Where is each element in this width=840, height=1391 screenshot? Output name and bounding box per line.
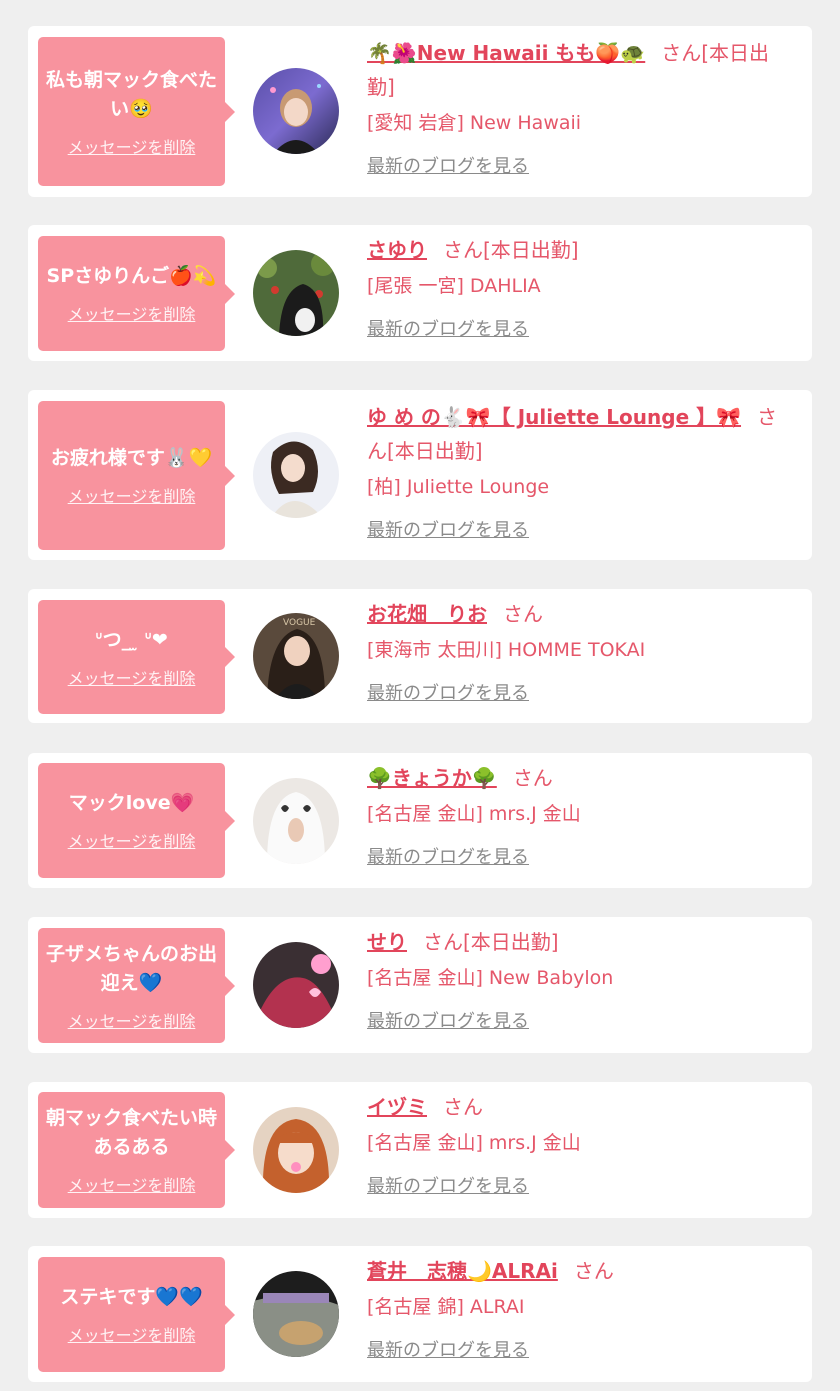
message-card: マックlove💗 メッセージを削除 🌳きょうか🌳 さん [名古屋 金山] mrs.…: [28, 753, 812, 888]
message-card: ᐡつ_ ̫ ᐡ❤︎ メッセージを削除 VOGUE お花畑 りお さん [東海市 太…: [28, 589, 812, 723]
cast-name-link[interactable]: お花畑 りお: [367, 602, 487, 626]
cast-name-link[interactable]: ゆ め の🐇🎀【 Juliette Lounge 】🎀: [367, 405, 741, 429]
cast-name-line: さゆり さん[本日出勤]: [367, 233, 790, 267]
shop-name: [尾張 一宮] DAHLIA: [367, 275, 541, 297]
message-bubble: マックlove💗 メッセージを削除: [38, 763, 235, 878]
message-text: 私も朝マック食べたい🥹: [46, 68, 218, 120]
delete-message-link[interactable]: メッセージを削除: [68, 1322, 196, 1346]
shop-name: [名古屋 金山] mrs.J 金山: [367, 1132, 581, 1154]
cast-info: イヅミ さん [名古屋 金山] mrs.J 金山 最新のブログを見る: [367, 1090, 790, 1198]
message-text: お疲れ様です🐰💛: [50, 447, 213, 469]
avatar[interactable]: [253, 432, 339, 518]
latest-blog-link[interactable]: 最新のブログを見る: [367, 1172, 529, 1198]
latest-blog-link[interactable]: 最新のブログを見る: [367, 843, 529, 869]
delete-message-link[interactable]: メッセージを削除: [68, 134, 196, 158]
message-bubble: 朝マック食べたい時あるある メッセージを削除: [38, 1092, 235, 1208]
message-card: 朝マック食べたい時あるある メッセージを削除 イヅミ さん [名古屋 金山] mr…: [28, 1082, 812, 1218]
message-text: マックlove💗: [68, 792, 195, 814]
cast-info: さゆり さん[本日出勤] [尾張 一宮] DAHLIA 最新のブログを見る: [367, 233, 790, 341]
message-bubble: ᐡつ_ ̫ ᐡ❤︎ メッセージを削除: [38, 600, 235, 714]
avatar[interactable]: [253, 1271, 339, 1357]
message-list: 私も朝マック食べたい🥹 メッセージを削除 🌴🌺New Hawaii もも🍑🐢 さん…: [0, 0, 840, 1391]
message-text: 朝マック食べたい時あるある: [46, 1107, 218, 1158]
latest-blog-link[interactable]: 最新のブログを見る: [367, 1007, 529, 1033]
delete-message-link[interactable]: メッセージを削除: [68, 665, 196, 689]
cast-name-line: イヅミ さん: [367, 1090, 790, 1124]
cast-name-link[interactable]: 🌴🌺New Hawaii もも🍑🐢: [367, 41, 645, 65]
cast-name-link[interactable]: 蒼井 志穂🌙ALRAi: [367, 1259, 558, 1283]
shop-name: [名古屋 金山] New Babylon: [367, 967, 614, 989]
message-bubble: 私も朝マック食べたい🥹 メッセージを削除: [38, 37, 235, 186]
delete-message-link[interactable]: メッセージを削除: [68, 1172, 196, 1196]
cast-suffix: さん: [503, 602, 543, 626]
cast-name-line: 蒼井 志穂🌙ALRAi さん: [367, 1254, 790, 1288]
avatar-image: [253, 68, 339, 154]
message-bubble: SPさゆりんご🍎💫 メッセージを削除: [38, 236, 235, 351]
cast-info: せり さん[本日出勤] [名古屋 金山] New Babylon 最新のブログを見…: [367, 925, 790, 1033]
avatar-image: [253, 778, 339, 864]
cast-name-line: ゆ め の🐇🎀【 Juliette Lounge 】🎀 さん[本日出勤]: [367, 400, 790, 468]
delete-message-link[interactable]: メッセージを削除: [68, 301, 196, 325]
shop-name: [愛知 岩倉] New Hawaii: [367, 112, 582, 134]
message-text: SPさゆりんご🍎💫: [46, 265, 217, 287]
cast-info: 🌴🌺New Hawaii もも🍑🐢 さん[本日出勤] [愛知 岩倉] New Ha…: [367, 36, 790, 178]
avatar-image: VOGUE: [253, 613, 339, 699]
message-bubble: お疲れ様です🐰💛 メッセージを削除: [38, 401, 235, 550]
message-text: ステキです💙💙: [60, 1286, 203, 1308]
latest-blog-link[interactable]: 最新のブログを見る: [367, 516, 529, 542]
cast-info: 🌳きょうか🌳 さん [名古屋 金山] mrs.J 金山 最新のブログを見る: [367, 761, 790, 869]
avatar[interactable]: [253, 1107, 339, 1193]
message-card: 私も朝マック食べたい🥹 メッセージを削除 🌴🌺New Hawaii もも🍑🐢 さん…: [28, 26, 812, 197]
delete-message-link[interactable]: メッセージを削除: [68, 828, 196, 852]
cast-name-line: 🌴🌺New Hawaii もも🍑🐢 さん[本日出勤]: [367, 36, 790, 104]
cast-info: 蒼井 志穂🌙ALRAi さん [名古屋 錦] ALRAI 最新のブログを見る: [367, 1254, 790, 1362]
message-card: お疲れ様です🐰💛 メッセージを削除 ゆ め の🐇🎀【 Juliette Loun…: [28, 390, 812, 560]
shop-name: [名古屋 金山] mrs.J 金山: [367, 803, 581, 825]
message-text: 子ザメちゃんのお出迎え💙: [46, 942, 218, 994]
shop-name: [東海市 太田川] HOMME TOKAI: [367, 639, 646, 661]
latest-blog-link[interactable]: 最新のブログを見る: [367, 152, 529, 178]
cast-name-link[interactable]: イヅミ: [367, 1095, 427, 1119]
avatar[interactable]: VOGUE: [253, 613, 339, 699]
avatar[interactable]: [253, 68, 339, 154]
cast-suffix: さん[本日出勤]: [423, 930, 559, 954]
cast-name-link[interactable]: さゆり: [367, 238, 427, 262]
message-bubble: 子ザメちゃんのお出迎え💙 メッセージを削除: [38, 928, 235, 1043]
cast-suffix: さん[本日出勤]: [443, 238, 579, 262]
message-text: ᐡつ_ ̫ ᐡ❤︎: [95, 628, 168, 651]
cast-name-line: 🌳きょうか🌳 さん: [367, 761, 790, 795]
cast-name-link[interactable]: せり: [367, 930, 407, 954]
cast-name-line: せり さん[本日出勤]: [367, 925, 790, 959]
cast-suffix: さん: [512, 766, 553, 790]
svg-text:VOGUE: VOGUE: [283, 618, 316, 628]
avatar[interactable]: [253, 778, 339, 864]
message-card: 子ザメちゃんのお出迎え💙 メッセージを削除 せり さん[本日出勤] [名古屋 金山…: [28, 917, 812, 1053]
cast-info: ゆ め の🐇🎀【 Juliette Lounge 】🎀 さん[本日出勤] [柏] …: [367, 400, 790, 542]
message-card: SPさゆりんご🍎💫 メッセージを削除 さゆり さん[本日出勤] [尾張 一宮] D…: [28, 225, 812, 361]
delete-message-link[interactable]: メッセージを削除: [68, 1008, 196, 1032]
avatar-image: [253, 432, 339, 518]
message-bubble: ステキです💙💙 メッセージを削除: [38, 1257, 235, 1372]
latest-blog-link[interactable]: 最新のブログを見る: [367, 315, 529, 341]
shop-name: [柏] Juliette Lounge: [367, 476, 550, 498]
avatar[interactable]: [253, 942, 339, 1028]
delete-message-link[interactable]: メッセージを削除: [68, 483, 196, 507]
avatar-image: [253, 1271, 339, 1357]
avatar-image: [253, 1107, 339, 1193]
cast-name-link[interactable]: 🌳きょうか🌳: [367, 766, 497, 790]
message-card: ステキです💙💙 メッセージを削除 蒼井 志穂🌙ALRAi さん [名古屋 錦] A…: [28, 1246, 812, 1382]
latest-blog-link[interactable]: 最新のブログを見る: [367, 1336, 529, 1362]
avatar-image: [253, 250, 339, 336]
shop-name: [名古屋 錦] ALRAI: [367, 1296, 525, 1318]
cast-suffix: さん: [443, 1095, 483, 1119]
cast-info: お花畑 りお さん [東海市 太田川] HOMME TOKAI 最新のブログを見る: [367, 597, 790, 705]
cast-name-line: お花畑 りお さん: [367, 597, 790, 631]
cast-suffix: さん: [573, 1259, 614, 1283]
latest-blog-link[interactable]: 最新のブログを見る: [367, 679, 529, 705]
avatar-image: [253, 942, 339, 1028]
avatar[interactable]: [253, 250, 339, 336]
